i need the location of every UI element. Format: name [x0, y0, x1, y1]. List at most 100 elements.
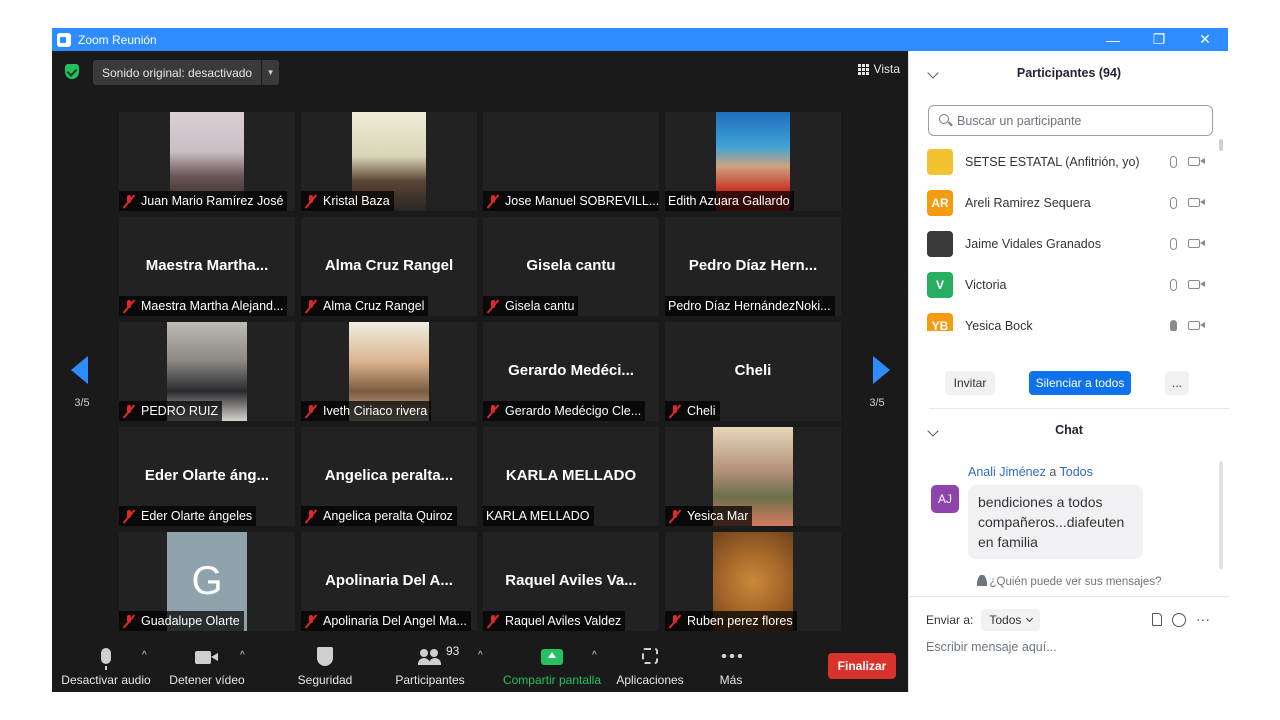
chat-scrollbar[interactable] — [1219, 461, 1223, 569]
audio-options-caret-icon[interactable]: ^ — [142, 650, 147, 661]
original-sound-dropdown-icon[interactable]: ▼ — [261, 60, 279, 85]
muted-microphone-icon — [304, 404, 318, 418]
emoji-icon[interactable] — [1172, 613, 1186, 627]
tile-nameplate: KARLA MELLADO — [483, 506, 594, 526]
video-tile[interactable]: Iveth Ciriaco rivera — [301, 322, 477, 421]
who-can-see-messages-link[interactable]: ¿Quién puede ver sus mensajes? — [909, 575, 1229, 588]
video-tile[interactable]: Maestra Martha... Maestra Martha Alejand.… — [119, 217, 295, 316]
mute-audio-button[interactable]: Desactivar audio — [58, 640, 154, 692]
mute-all-button[interactable]: Silenciar a todos — [1029, 371, 1131, 395]
video-tile[interactable]: G Guadalupe Olarte — [119, 532, 295, 631]
tile-name-label: Yesica Mar — [687, 509, 749, 523]
video-tile[interactable]: Cheli Cheli — [665, 322, 841, 421]
chat-sender-name[interactable]: Anali Jiménez — [968, 465, 1046, 479]
tile-nameplate: Apolinaria Del Angel Ma... — [301, 611, 471, 631]
tile-name-label: Eder Olarte ángeles — [141, 509, 253, 523]
next-page-arrow-icon[interactable] — [873, 356, 890, 384]
security-label: Seguridad — [297, 673, 353, 687]
title-bar: Zoom Reunión — ❐ ✕ — [52, 28, 1228, 51]
original-sound-label: Sonido original: desactivado — [102, 65, 253, 80]
send-to-dropdown[interactable]: Todos — [981, 609, 1041, 631]
video-tile[interactable]: Raquel Aviles Va... Raquel Aviles Valdez — [483, 532, 659, 631]
participant-search-box[interactable] — [928, 105, 1213, 136]
chat-more-dots-icon[interactable]: ··· — [1196, 611, 1210, 627]
participant-list-scrollbar[interactable] — [1219, 139, 1223, 151]
tile-nameplate: Kristal Baza — [301, 191, 394, 211]
meeting-area: Sonido original: desactivado ▼ Vista 3/5… — [52, 51, 908, 692]
participant-camera-icon — [1188, 239, 1205, 248]
video-tile[interactable]: Kristal Baza — [301, 112, 477, 211]
minimize-button[interactable]: — — [1090, 28, 1136, 51]
participant-row[interactable]: V Victoria — [909, 264, 1219, 305]
video-options-caret-icon[interactable]: ^ — [240, 650, 245, 661]
tile-name-label: Apolinaria Del Angel Ma... — [323, 614, 467, 628]
video-gallery-grid: Juan Mario Ramírez José Kristal Baza Jose … — [119, 112, 841, 632]
muted-microphone-icon — [122, 404, 136, 418]
video-camera-icon — [195, 651, 218, 664]
participant-row[interactable]: Jaime Vidales Granados — [909, 223, 1219, 264]
participant-camera-icon — [1188, 198, 1205, 207]
tile-name-label: Pedro Díaz HernándezNoki... — [668, 299, 831, 313]
tile-name-label: Edith Azuara Gallardo — [668, 194, 790, 208]
apps-button[interactable]: Aplicaciones — [612, 640, 688, 692]
tile-display-name: Alma Cruz Rangel — [324, 257, 454, 274]
tile-name-label: Gerardo Medécigo Cle... — [505, 404, 642, 418]
video-tile[interactable]: KARLA MELLADO KARLA MELLADO — [483, 427, 659, 526]
restore-button[interactable]: ❐ — [1136, 28, 1182, 51]
tile-name-label: Alma Cruz Rangel — [323, 299, 425, 313]
video-tile[interactable]: Alma Cruz Rangel Alma Cruz Rangel — [301, 217, 477, 316]
tile-nameplate: Alma Cruz Rangel — [301, 296, 429, 316]
video-tile[interactable]: Pedro Díaz Hern... Pedro Díaz HernándezNo… — [665, 217, 841, 316]
tile-nameplate: Raquel Aviles Valdez — [483, 611, 626, 631]
video-tile[interactable]: Edith Azuara Gallardo — [665, 112, 841, 211]
view-button[interactable]: Vista — [857, 62, 900, 76]
file-attach-icon[interactable] — [1152, 613, 1162, 626]
stop-video-button[interactable]: Detener vídeo — [164, 640, 250, 692]
chat-recipient[interactable]: Todos — [1060, 465, 1093, 479]
invite-button[interactable]: Invitar — [945, 371, 995, 395]
tile-name-label: Jose Manuel SOBREVILL... — [505, 194, 659, 208]
participant-row[interactable]: AR Areli Ramirez Sequera — [909, 182, 1219, 223]
tile-name-label: Guadalupe Olarte — [141, 614, 240, 628]
tile-nameplate: Iveth Ciriaco rivera — [301, 401, 432, 421]
participant-name: Jaime Vidales Granados — [965, 236, 1101, 251]
original-sound-button[interactable]: Sonido original: desactivado ▼ — [93, 60, 280, 85]
muted-microphone-icon — [304, 194, 318, 208]
participant-row[interactable]: YB Yesica Bock — [909, 305, 1219, 331]
close-button[interactable]: ✕ — [1182, 28, 1228, 51]
tile-name-label: Iveth Ciriaco rivera — [323, 404, 428, 418]
video-tile[interactable]: Gisela cantu Gisela cantu — [483, 217, 659, 316]
tile-display-name: Maestra Martha... — [145, 257, 269, 274]
share-screen-icon — [541, 649, 563, 665]
participant-row[interactable]: SETSE ESTATAL (Anfitrión, yo) — [909, 141, 1219, 182]
participants-options-caret-icon[interactable]: ^ — [478, 650, 483, 661]
tile-nameplate: Pedro Díaz HernándezNoki... — [665, 296, 835, 316]
video-tile[interactable]: Juan Mario Ramírez José — [119, 112, 295, 211]
more-button[interactable]: Más — [708, 640, 754, 692]
video-tile[interactable]: Eder Olarte áng... Eder Olarte ángeles — [119, 427, 295, 526]
video-tile[interactable]: PEDRO RUIZ — [119, 322, 295, 421]
video-tile[interactable]: Ruben perez flores — [665, 532, 841, 631]
video-tile[interactable]: Angelica peralta... Angelica peralta Quir… — [301, 427, 477, 526]
participant-name: SETSE ESTATAL (Anfitrión, yo) — [965, 154, 1140, 169]
chat-message-input[interactable] — [926, 636, 1216, 658]
who-can-see-label: ¿Quién puede ver sus mensajes? — [989, 576, 1162, 588]
participant-mic-icon — [1170, 278, 1177, 291]
video-tile[interactable]: Yesica Mar — [665, 427, 841, 526]
muted-microphone-icon — [304, 299, 318, 313]
end-meeting-button[interactable]: Finalizar — [828, 653, 896, 679]
participants-button[interactable]: 93 Participantes — [390, 640, 470, 692]
security-button[interactable]: Seguridad — [288, 640, 362, 692]
video-tile[interactable]: Jose Manuel SOBREVILL... — [483, 112, 659, 211]
participant-search-input[interactable] — [957, 113, 1197, 128]
participant-camera-icon — [1188, 157, 1205, 166]
previous-page-arrow-icon[interactable] — [71, 356, 88, 384]
share-screen-button[interactable]: Compartir pantalla — [500, 640, 604, 692]
encryption-shield-icon[interactable] — [65, 64, 79, 79]
tile-nameplate: Gerardo Medécigo Cle... — [483, 401, 646, 421]
participants-more-button[interactable]: ... — [1165, 371, 1189, 395]
share-options-caret-icon[interactable]: ^ — [592, 650, 597, 661]
video-tile[interactable]: Gerardo Medéci... Gerardo Medécigo Cle... — [483, 322, 659, 421]
video-tile[interactable]: Apolinaria Del A... Apolinaria Del Angel … — [301, 532, 477, 631]
side-panel: Participantes (94) SETSE ESTATAL (Anfitr… — [908, 51, 1229, 692]
